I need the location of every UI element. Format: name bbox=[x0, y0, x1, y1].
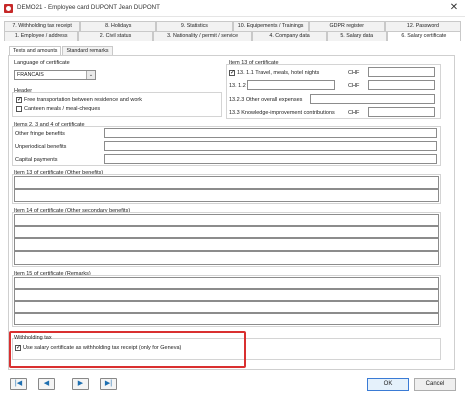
item13-other-line2[interactable] bbox=[14, 189, 439, 202]
first-record-icon: |◀ bbox=[14, 380, 23, 387]
app-icon bbox=[4, 4, 13, 13]
free-transport-label: Free transportation between residence an… bbox=[24, 97, 143, 103]
chevron-down-icon[interactable]: ⌄ bbox=[86, 71, 95, 79]
item13-row4-label: 13.3 Knowledge-improvement contributions bbox=[229, 110, 335, 116]
previous-record-icon: ◀ bbox=[43, 380, 50, 387]
item13-row1-label: 13. 1.1 Travel, meals, hotel nights bbox=[237, 70, 320, 76]
item15-line2[interactable] bbox=[14, 289, 439, 301]
canteen-label: Canteen meals / meal-cheques bbox=[24, 106, 101, 112]
item13-row3-input[interactable] bbox=[310, 94, 435, 104]
close-icon[interactable]: ✕ bbox=[448, 2, 460, 13]
capital-payments-label: Capital payments bbox=[15, 157, 58, 163]
tab-salary-certificate[interactable]: 6. Salary certificate bbox=[386, 31, 462, 41]
item13-row3-label: 13.2.3 Other overall expenses bbox=[229, 97, 303, 103]
tab-statistics[interactable]: 9. Statistics bbox=[156, 21, 233, 31]
item13-row2-unit: CHF bbox=[348, 83, 360, 89]
item15-line3[interactable] bbox=[14, 301, 439, 313]
last-record-icon: ▶| bbox=[104, 380, 113, 387]
other-fringe-benefits-label: Other fringe benefits bbox=[15, 131, 65, 137]
tab-row-top: 7. Withholding tax receipt 8. Holidays 9… bbox=[4, 21, 462, 31]
title-bar: DEMO21 - Employee card DUPONT Jean DUPON… bbox=[0, 0, 465, 17]
first-record-button[interactable]: |◀ bbox=[10, 378, 27, 390]
item13-row1-unit: CHF bbox=[348, 70, 360, 76]
item14-line4[interactable] bbox=[14, 251, 439, 265]
free-transport-checkbox[interactable]: ✓ bbox=[16, 97, 22, 103]
unperiodical-benefits-input[interactable] bbox=[104, 141, 437, 151]
next-record-icon: ▶ bbox=[77, 380, 84, 387]
previous-record-button[interactable]: ◀ bbox=[38, 378, 55, 390]
ok-button[interactable]: OK bbox=[367, 378, 409, 391]
next-record-button[interactable]: ▶ bbox=[72, 378, 89, 390]
item14-line1[interactable] bbox=[14, 214, 439, 226]
item13-row2-text-input[interactable] bbox=[247, 80, 335, 90]
item13-row2-input[interactable] bbox=[368, 80, 435, 90]
tab-withholding-tax-receipt[interactable]: 7. Withholding tax receipt bbox=[4, 21, 81, 31]
tab-gdpr-register[interactable]: GDPR register bbox=[308, 21, 385, 31]
item13-other-line1[interactable] bbox=[14, 176, 439, 189]
tab-civil-status[interactable]: 2. Civil status bbox=[78, 31, 153, 41]
unperiodical-benefits-label: Unperiodical benefits bbox=[15, 144, 67, 150]
cancel-button[interactable]: Cancel bbox=[414, 378, 456, 391]
tab-password[interactable]: 12. Password bbox=[384, 21, 462, 31]
tab-salary-data[interactable]: 5. Salary data bbox=[326, 31, 387, 41]
item13-row2-label: 13. 1.2 bbox=[229, 83, 246, 89]
tab-equipements-trainings[interactable]: 10. Equipements / Trainings bbox=[232, 21, 309, 31]
language-value: FRANCAIS bbox=[17, 72, 44, 78]
item15-line4[interactable] bbox=[14, 313, 439, 325]
item15-line1[interactable] bbox=[14, 277, 439, 289]
item14-line2[interactable] bbox=[14, 226, 439, 238]
item13-row1-checkbox[interactable]: ✓ bbox=[229, 70, 235, 76]
item13-row4-input[interactable] bbox=[368, 107, 435, 117]
tab-nationality-permit-service[interactable]: 3. Nationality / permit / service bbox=[152, 31, 253, 41]
item13-row1-input[interactable] bbox=[368, 67, 435, 77]
last-record-button[interactable]: ▶| bbox=[100, 378, 117, 390]
language-label: Language of certificate bbox=[14, 60, 70, 66]
language-select[interactable]: FRANCAIS bbox=[14, 70, 96, 80]
tab-holidays[interactable]: 8. Holidays bbox=[80, 21, 157, 31]
other-fringe-benefits-input[interactable] bbox=[104, 128, 437, 138]
header-group bbox=[12, 92, 222, 117]
canteen-checkbox[interactable] bbox=[16, 106, 22, 112]
capital-payments-input[interactable] bbox=[104, 154, 437, 164]
item14-line3[interactable] bbox=[14, 238, 439, 251]
tab-row-bottom: 1. Employee / address 2. Civil status 3.… bbox=[4, 31, 462, 41]
item13-row4-unit: CHF bbox=[348, 110, 360, 116]
highlight-box bbox=[9, 331, 246, 368]
window-title: DEMO21 - Employee card DUPONT Jean DUPON… bbox=[17, 4, 160, 11]
tab-employee-address[interactable]: 1. Employee / address bbox=[4, 31, 79, 41]
tab-company-data[interactable]: 4. Company data bbox=[252, 31, 327, 41]
